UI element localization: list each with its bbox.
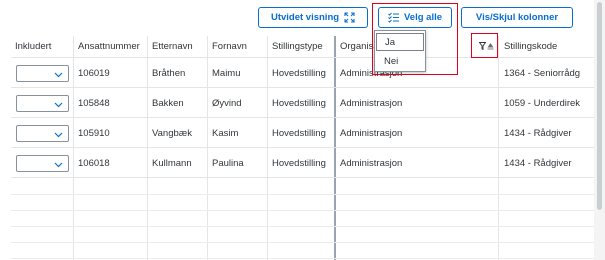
cell-etternavn: Kullmann [152, 158, 192, 169]
cell-ansattnummer: 105848 [78, 98, 110, 109]
include-select[interactable] [16, 65, 69, 82]
column-header-organisasjon[interactable]: Organisas [336, 36, 376, 58]
filter-icon [478, 42, 487, 53]
empty-row [11, 179, 594, 195]
column-header-ansattnummer[interactable]: Ansattnummer [74, 36, 147, 58]
include-select[interactable] [16, 155, 69, 172]
empty-row [11, 227, 594, 243]
cell-stillingstype: Hovedstilling [272, 128, 326, 139]
cell-fornavn: Paulina [212, 158, 244, 169]
chevron-down-icon [54, 130, 63, 141]
column-header-fornavn[interactable]: Fornavn [208, 36, 267, 58]
include-filter-dropdown: Ja Nei [374, 30, 426, 72]
select-all-label: Velg alle [403, 12, 443, 23]
sort-ascending-icon [487, 42, 494, 53]
column-header-etternavn[interactable]: Etternavn [148, 36, 207, 58]
cell-ansattnummer: 105910 [78, 128, 110, 139]
table-header: Inkludert Ansattnummer Etternavn Fornavn… [11, 36, 594, 58]
cell-stillingskode: 1364 - Seniorrådg [504, 68, 581, 79]
empty-row [11, 211, 594, 227]
show-hide-columns-label: Vis/Skjul kolonner [475, 12, 559, 23]
expand-view-button[interactable]: Utvidet visning [258, 7, 368, 28]
table-toolbar: Utvidet visning Velg alle Vis/Skjul kolo… [0, 0, 605, 36]
column-header-stillingstype[interactable]: Stillingstype [268, 36, 334, 58]
employee-table: Inkludert Ansattnummer Etternavn Fornavn… [11, 36, 594, 260]
cell-stillingstype: Hovedstilling [272, 158, 326, 169]
scrollbar-thumb[interactable] [597, 2, 602, 210]
chevron-down-icon [54, 70, 63, 81]
cell-organisasjon: Administrasjon [340, 128, 403, 139]
vertical-scrollbar[interactable] [594, 0, 605, 260]
select-all-button[interactable]: Velg alle [378, 7, 452, 28]
column-header-inkludert[interactable]: Inkludert [11, 36, 73, 58]
expand-arrows-icon [344, 12, 355, 23]
cell-ansattnummer: 106019 [78, 68, 110, 79]
show-hide-columns-button[interactable]: Vis/Skjul kolonner [461, 7, 573, 28]
cell-stillingskode: 1434 - Rådgiver [504, 128, 572, 139]
dropdown-option-ja[interactable]: Ja [376, 33, 424, 51]
cell-stillingstype: Hovedstilling [272, 98, 326, 109]
expand-view-label: Utvidet visning [270, 12, 340, 23]
table-row[interactable]: 106019 Bråthen Maimu Hovedstilling Admin… [11, 59, 594, 88]
include-select[interactable] [16, 95, 69, 112]
cell-fornavn: Kasim [212, 128, 239, 139]
cell-stillingskode: 1434 - Rådgiver [504, 158, 572, 169]
cell-organisasjon: Administrasjon [340, 98, 403, 109]
cell-etternavn: Bakken [152, 98, 184, 109]
chevron-down-icon [54, 100, 63, 111]
chevron-down-icon [54, 160, 63, 171]
empty-row [11, 243, 594, 259]
cell-ansattnummer: 106018 [78, 158, 110, 169]
cell-etternavn: Vangbæk [152, 128, 192, 139]
table-row[interactable]: 106018 Kullmann Paulina Hovedstilling Ad… [11, 149, 594, 178]
dropdown-option-nei[interactable]: Nei [376, 53, 424, 71]
column-header-stillingskode[interactable]: Stillingskode [500, 36, 594, 58]
cell-etternavn: Bråthen [152, 68, 186, 79]
table-row[interactable]: 105910 Vangbæk Kasim Hovedstilling Admin… [11, 119, 594, 148]
cell-stillingskode: 1059 - Underdirek [504, 98, 581, 109]
include-select[interactable] [16, 125, 69, 142]
cell-fornavn: Øyvind [212, 98, 242, 109]
cell-stillingstype: Hovedstilling [272, 68, 326, 79]
table-row[interactable]: 105848 Bakken Øyvind Hovedstilling Admin… [11, 89, 594, 118]
cell-organisasjon: Administrasjon [340, 158, 403, 169]
cell-fornavn: Maimu [212, 68, 241, 79]
empty-row [11, 195, 594, 211]
checklist-icon [388, 12, 399, 23]
column-filter-indicator[interactable] [478, 42, 494, 53]
